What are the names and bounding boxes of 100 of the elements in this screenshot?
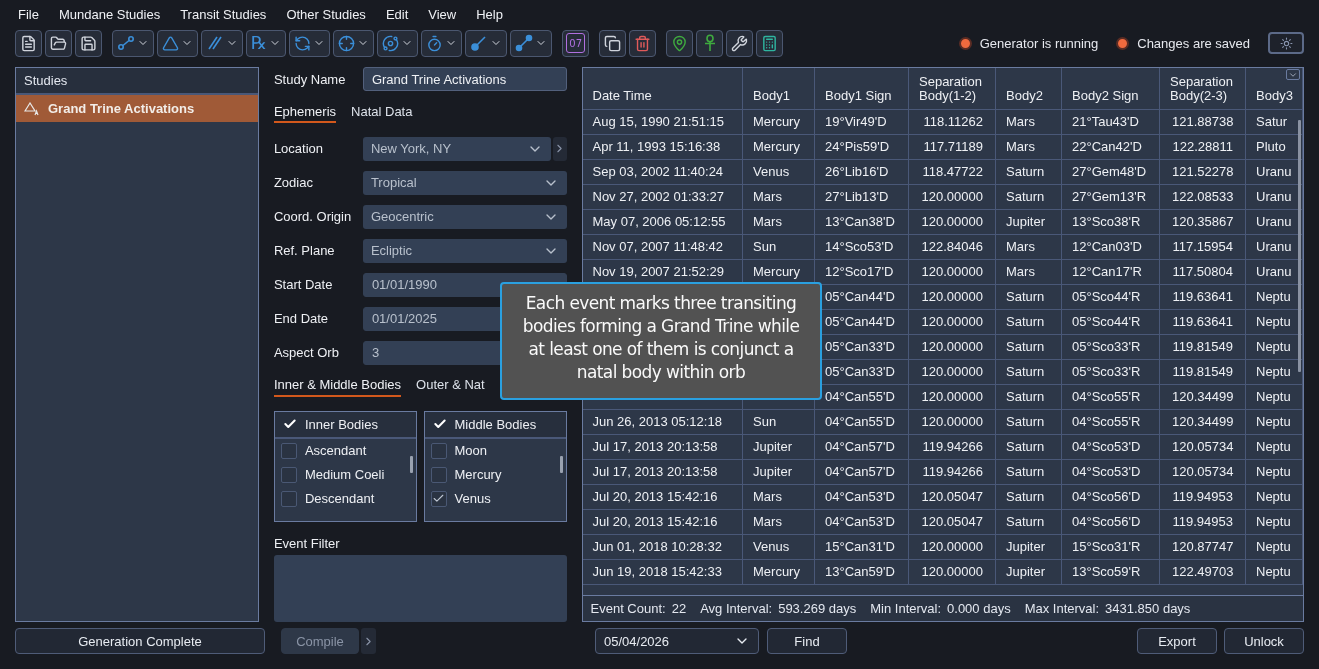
select-field[interactable]: Ecliptic <box>362 238 567 263</box>
table-cell: Jun 01, 2018 10:28:32 <box>582 534 743 559</box>
checkbox-label: Moon <box>454 443 488 459</box>
stat-label: Event Count: <box>590 601 666 616</box>
table-cell: Mars <box>742 484 815 509</box>
toolbar-dropdown-button[interactable] <box>112 29 154 57</box>
toolbar-dropdown-button[interactable]: ℞ <box>246 29 287 57</box>
theme-toggle-button[interactable] <box>1268 32 1304 54</box>
table-cell: Mercury <box>742 109 815 134</box>
toolbar-button[interactable] <box>45 29 72 57</box>
stat-value: 22 <box>671 601 687 616</box>
table-cell: 119.94953 <box>1159 509 1246 534</box>
column-header[interactable]: Body1 <box>742 68 815 109</box>
table-cell: Mercury <box>742 134 815 159</box>
table-cell: 24°Pis59'D <box>814 134 909 159</box>
menu-item[interactable]: File <box>10 6 47 22</box>
toolbar-dropdown-button[interactable] <box>201 29 243 57</box>
toolbar-button[interactable] <box>629 29 657 57</box>
table-cell: Neptu <box>1245 534 1303 559</box>
toolbar-button[interactable] <box>726 29 754 57</box>
study-item[interactable]: Grand Trine Activations <box>16 95 258 122</box>
toolbar-button[interactable] <box>15 29 42 57</box>
next-button[interactable] <box>552 136 567 161</box>
table-cell: Apr 11, 1993 15:16:38 <box>582 134 743 159</box>
table-cell: 120.00000 <box>908 559 996 584</box>
next-button[interactable] <box>361 628 376 654</box>
select-field[interactable]: Geocentric <box>362 204 567 229</box>
status-button[interactable]: Generation Complete <box>15 628 265 654</box>
tab[interactable]: Outer & Nat <box>416 374 485 397</box>
column-menu-button[interactable] <box>1286 69 1300 80</box>
table-cell: Neptu <box>1245 384 1303 409</box>
select-field[interactable]: New York, NY <box>362 136 551 161</box>
ball-stick-icon <box>470 34 489 52</box>
column-header[interactable]: Body2 Sign <box>1061 68 1160 109</box>
checkbox[interactable] <box>430 490 447 507</box>
tab[interactable]: Ephemeris <box>273 101 337 123</box>
toolbar-dropdown-button[interactable] <box>289 29 331 57</box>
toolbar-dropdown-button[interactable] <box>157 29 198 57</box>
stat-value: 3431.850 days <box>1105 601 1191 616</box>
table-cell: 122.08533 <box>1159 184 1246 209</box>
table-cell: Saturn <box>995 409 1062 434</box>
menu-item[interactable]: Mundane Studies <box>50 6 169 22</box>
table-cell: 27°Lib13'D <box>814 184 909 209</box>
table-cell: 13°Can59'D <box>814 559 909 584</box>
toolbar-dropdown-button[interactable] <box>465 29 508 57</box>
table-cell: Jul 20, 2013 15:42:16 <box>582 509 743 534</box>
table-cell: Mars <box>742 184 815 209</box>
table-cell: 119.63641 <box>1159 284 1246 309</box>
tab[interactable]: Inner & Middle Bodies <box>273 374 402 397</box>
unlock-button[interactable]: Unlock <box>1224 628 1304 654</box>
toolbar-button[interactable] <box>756 29 784 57</box>
tab[interactable]: Natal Data <box>351 101 413 123</box>
field-label: Start Date <box>273 277 334 293</box>
checkbox-label: Medium Coeli <box>304 467 385 483</box>
copy-icon <box>604 34 622 52</box>
table-cell: 122.49703 <box>1159 559 1246 584</box>
study-name-field[interactable]: Grand Trine Activations <box>362 67 567 91</box>
toolbar-button[interactable] <box>75 29 102 57</box>
table-cell: Sep 03, 2002 11:40:24 <box>582 159 743 184</box>
column-header[interactable]: Date Time <box>582 68 743 109</box>
column-header[interactable]: Body2 <box>995 68 1062 109</box>
toolbar-button[interactable] <box>696 29 724 57</box>
column-header[interactable]: Separation Body(2-3) <box>1159 68 1246 109</box>
checkbox[interactable] <box>280 490 297 507</box>
toolbar-dropdown-button[interactable] <box>421 29 463 57</box>
find-button[interactable]: Find <box>767 628 847 654</box>
table-cell: 119.81549 <box>1159 334 1246 359</box>
table-cell: 04°Can53'D <box>814 509 909 534</box>
table-cell: Neptu <box>1245 459 1303 484</box>
column-header[interactable]: Separation Body(1-2) <box>908 68 996 109</box>
checkbox[interactable] <box>280 466 297 483</box>
menu-item[interactable]: Transit Studies <box>172 6 275 22</box>
toolbar-dropdown-button[interactable] <box>377 29 419 57</box>
export-button[interactable]: Export <box>1137 628 1217 654</box>
menu-item[interactable]: Other Studies <box>278 6 374 22</box>
table-cell: Mars <box>742 209 815 234</box>
toolbar-button[interactable]: 07 <box>562 29 590 57</box>
select-field[interactable]: Tropical <box>362 170 567 195</box>
table-cell: 117.71189 <box>908 134 996 159</box>
date-select[interactable]: 05/04/2026 <box>595 628 759 654</box>
menu-item[interactable]: View <box>420 6 465 22</box>
toolbar-dropdown-button[interactable] <box>510 29 553 57</box>
toolbar-button[interactable] <box>599 29 627 57</box>
scrollbar-thumb[interactable] <box>409 455 413 473</box>
table-cell: 27°Gem48'D <box>1061 159 1160 184</box>
toolbar-button[interactable] <box>666 29 694 57</box>
checkbox[interactable] <box>430 442 447 459</box>
table-cell: Mars <box>995 109 1062 134</box>
checkbox[interactable] <box>280 442 297 459</box>
menu-item[interactable]: Edit <box>377 6 417 22</box>
map-pin-icon <box>671 34 689 52</box>
column-header[interactable]: Body1 Sign <box>814 68 909 109</box>
checkbox[interactable] <box>430 466 447 483</box>
toolbar-dropdown-button[interactable] <box>333 29 375 57</box>
table-cell: 05°Sco33'R <box>1061 359 1160 384</box>
scrollbar-thumb[interactable] <box>1298 120 1301 372</box>
triangle-icon <box>162 34 179 52</box>
menu-item[interactable]: Help <box>468 6 511 22</box>
scrollbar-thumb[interactable] <box>559 455 563 473</box>
table-cell: 04°Can53'D <box>814 484 909 509</box>
